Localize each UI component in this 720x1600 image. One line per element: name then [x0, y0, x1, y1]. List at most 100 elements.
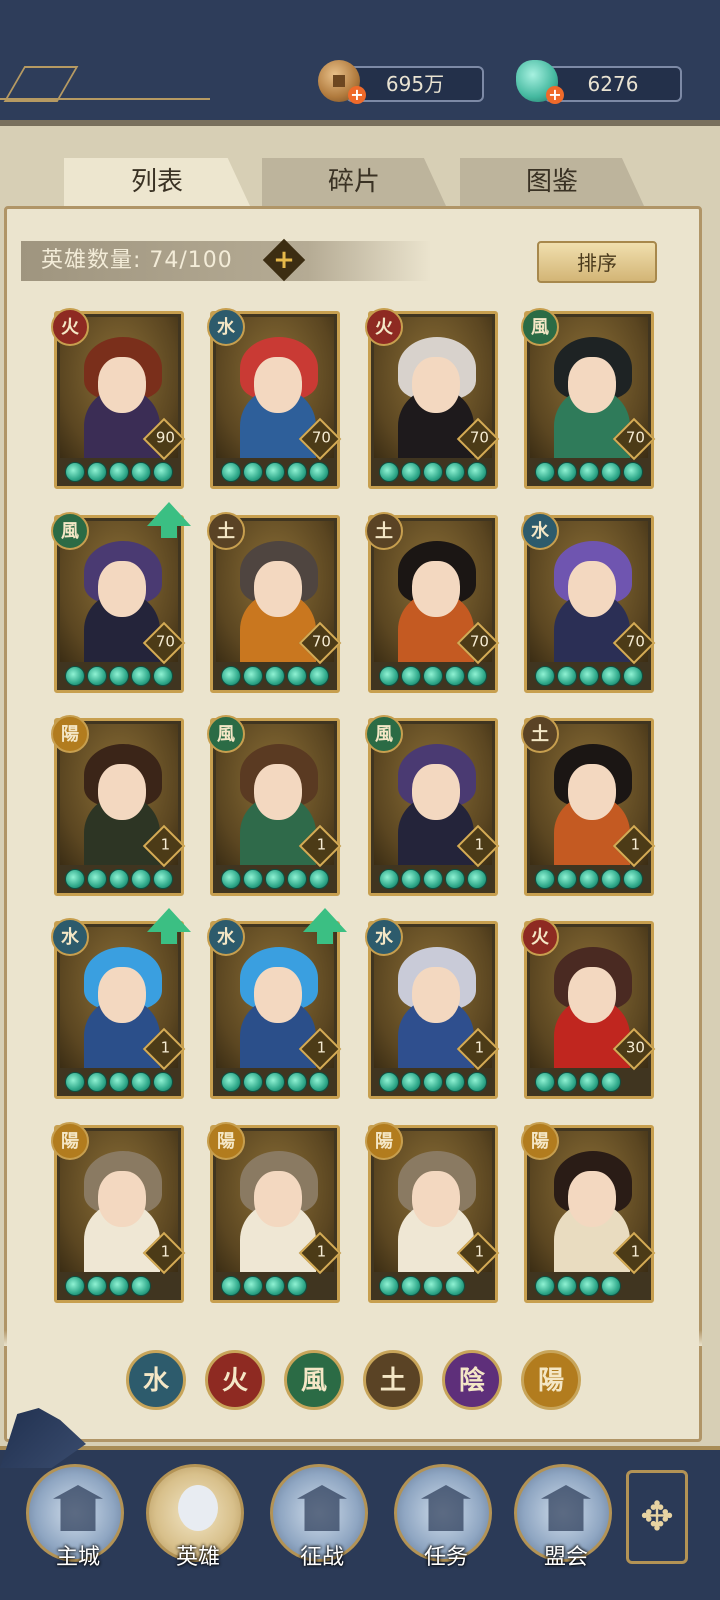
element-badge: 土 [207, 512, 245, 550]
element-badge: 土 [365, 512, 403, 550]
nav-item[interactable]: 主城 [26, 1464, 124, 1570]
star-rating [221, 1276, 307, 1296]
jade-star-icon [131, 869, 151, 889]
element-filter-button[interactable]: 陽 [521, 1350, 581, 1410]
jade-star-icon [287, 462, 307, 482]
add-gold-button[interactable]: + [348, 86, 366, 104]
hero-card[interactable]: 風1 [365, 715, 500, 896]
nav-label: 征战 [299, 1545, 344, 1570]
expand-capacity-button[interactable]: + [262, 238, 306, 282]
jade-star-icon [401, 869, 421, 889]
hero-card[interactable]: 火 90 [51, 308, 186, 489]
gold-amount: 695万 [346, 66, 484, 102]
hero-face [254, 357, 302, 413]
level-value: 70 [155, 632, 175, 651]
hero-card[interactable]: 土 70 [207, 512, 342, 693]
jade-star-icon [601, 462, 621, 482]
hero-card[interactable]: 陽1 [51, 715, 186, 896]
element-filter-button[interactable]: 水 [126, 1350, 186, 1410]
top-bar: + 695万 + 6276 [0, 0, 720, 126]
nav-item[interactable]: 盟会 [514, 1464, 612, 1570]
tab-fragments[interactable]: 碎片 [262, 158, 446, 206]
jade-star-icon [65, 666, 85, 686]
hero-card[interactable]: 風1 [207, 715, 342, 896]
jade-currency[interactable]: + 6276 [516, 60, 686, 104]
hero-face [412, 357, 460, 413]
jade-star-icon [379, 666, 399, 686]
hero-card[interactable]: 水1 [51, 908, 191, 1099]
jade-star-icon [109, 666, 129, 686]
hero-card[interactable]: 陽1 [51, 1122, 186, 1303]
nav-item[interactable]: 英雄 [146, 1464, 244, 1570]
hero-face [98, 561, 146, 617]
level-value: 1 [630, 1242, 641, 1261]
nav-icon [541, 1485, 591, 1531]
level-value: 1 [316, 835, 327, 854]
hero-card[interactable]: 火 70 [365, 308, 500, 489]
add-jade-button[interactable]: + [546, 86, 564, 104]
jade-star-icon [243, 1276, 263, 1296]
jade-star-icon [265, 462, 285, 482]
element-filter-button[interactable]: 陰 [442, 1350, 502, 1410]
star-rating [535, 666, 643, 686]
star-rating [379, 666, 487, 686]
lattice-menu-icon[interactable]: ✥ [626, 1470, 688, 1564]
nav-label: 盟会 [543, 1545, 588, 1570]
hero-card[interactable]: 陽1 [365, 1122, 500, 1303]
jade-star-icon [467, 666, 487, 686]
jade-star-icon [287, 1276, 307, 1296]
jade-star-icon [287, 666, 307, 686]
hero-card[interactable]: 土1 [521, 715, 656, 896]
nav-label: 英雄 [175, 1545, 220, 1570]
star-rating [65, 462, 173, 482]
hero-card[interactable]: 水1 [207, 908, 347, 1099]
jade-star-icon [401, 666, 421, 686]
jade-star-icon [601, 869, 621, 889]
nav-label: 任务 [423, 1545, 468, 1570]
hero-card[interactable]: 風 70 [521, 308, 656, 489]
tab-list[interactable]: 列表 [64, 158, 250, 206]
element-badge: 陽 [207, 1122, 245, 1160]
hero-card[interactable]: 火 30 [521, 918, 656, 1099]
hero-card[interactable]: 風 70 [51, 502, 191, 693]
jade-star-icon [557, 1072, 577, 1092]
hero-face [412, 1171, 460, 1227]
element-filter-button[interactable]: 風 [284, 1350, 344, 1410]
jade-star-icon [535, 666, 555, 686]
jade-star-icon [65, 1072, 85, 1092]
star-rating [379, 1072, 487, 1092]
jade-star-icon [265, 1072, 285, 1092]
gold-currency[interactable]: + 695万 [318, 60, 488, 104]
nav-item[interactable]: 任务 [394, 1464, 492, 1570]
hero-card[interactable]: 水 70 [521, 512, 656, 693]
star-rating [221, 666, 329, 686]
hero-card[interactable]: 水 70 [207, 308, 342, 489]
nav-icon [53, 1485, 103, 1531]
hero-card[interactable]: 水1 [365, 918, 500, 1099]
element-filter-button[interactable]: 火 [205, 1350, 265, 1410]
element-badge: 風 [207, 715, 245, 753]
key-pattern-ornament [3, 66, 79, 102]
jade-star-icon [109, 869, 129, 889]
jade-star-icon [379, 1276, 399, 1296]
jade-star-icon [265, 1276, 285, 1296]
jade-star-icon [309, 462, 329, 482]
jade-star-icon [243, 869, 263, 889]
hero-face [568, 1171, 616, 1227]
jade-star-icon [131, 1072, 151, 1092]
jade-star-icon [467, 1072, 487, 1092]
nav-item[interactable]: 征战 [270, 1464, 368, 1570]
element-badge: 水 [51, 918, 89, 956]
sort-button[interactable]: 排序 [537, 241, 657, 283]
jade-star-icon [579, 1276, 599, 1296]
hero-card[interactable]: 陽1 [521, 1122, 656, 1303]
tab-codex[interactable]: 图鉴 [460, 158, 644, 206]
hero-card[interactable]: 陽1 [207, 1122, 342, 1303]
jade-star-icon [557, 666, 577, 686]
element-filter-button[interactable]: 土 [363, 1350, 423, 1410]
jade-star-icon [535, 462, 555, 482]
hero-card[interactable]: 土 70 [365, 512, 500, 693]
hero-face [98, 967, 146, 1023]
jade-star-icon [153, 1072, 173, 1092]
jade-star-icon [87, 462, 107, 482]
